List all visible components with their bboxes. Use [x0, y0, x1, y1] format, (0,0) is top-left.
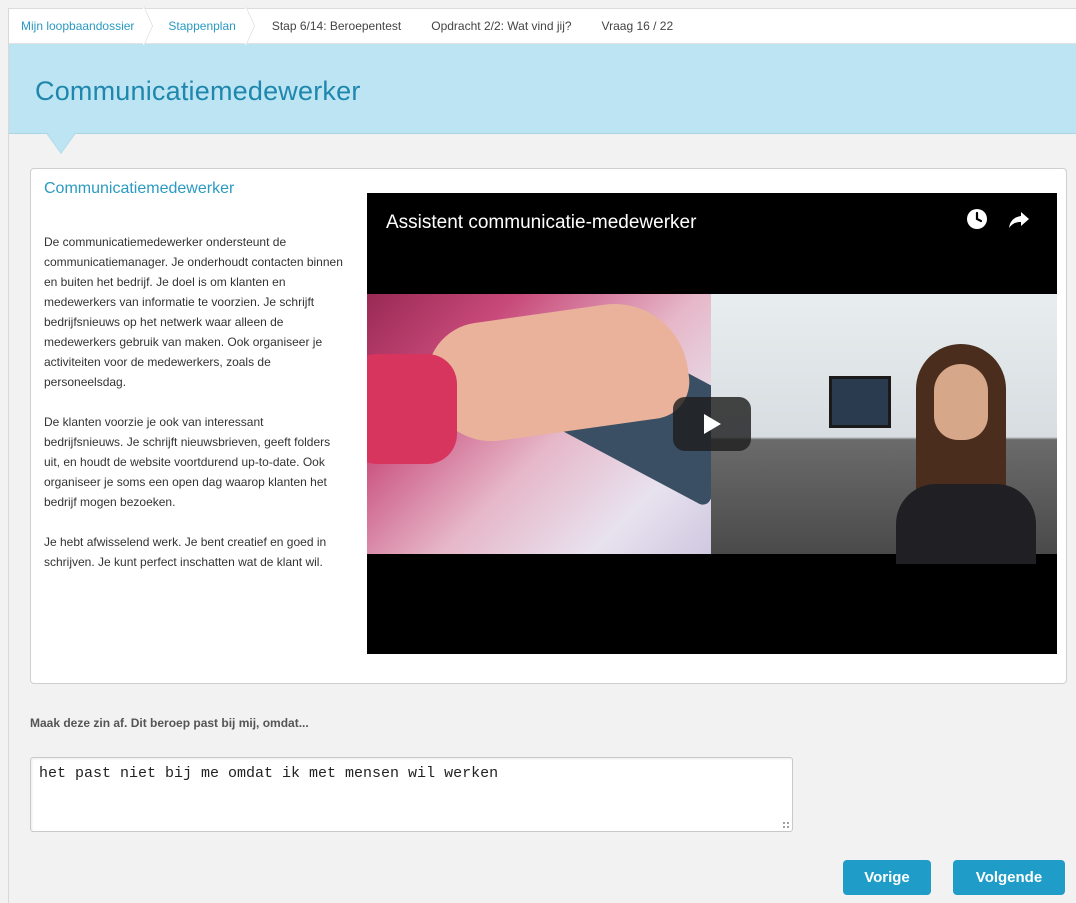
description-paragraph: De klanten voorzie je ook van interessan…	[44, 415, 331, 509]
monitor-image	[829, 376, 891, 428]
breadcrumb-label[interactable]: Mijn loopbaandossier	[21, 19, 134, 33]
breadcrumb-item-opdracht: Opdracht 2/2: Wat vind jij?	[415, 8, 585, 44]
header-band: Communicatiemedewerker	[9, 44, 1076, 134]
play-icon	[704, 414, 721, 434]
app-frame: Mijn loopbaandossier Stappenplan Stap 6/…	[8, 6, 1076, 903]
video-frame-speaker	[711, 294, 1057, 564]
profession-card: Communicatiemedewerker De communicatieme…	[30, 168, 1067, 684]
play-button[interactable]	[673, 397, 751, 451]
video-frame-typing	[367, 294, 758, 554]
video-title: Assistent communicatie-medewerker	[386, 212, 697, 233]
sleeve-image	[367, 354, 457, 464]
breadcrumb: Mijn loopbaandossier Stappenplan Stap 6/…	[9, 6, 1076, 46]
breadcrumb-item-stap: Stap 6/14: Beroepentest	[254, 8, 415, 44]
next-button[interactable]: Volgende	[953, 860, 1065, 895]
header-notch	[47, 133, 75, 153]
breadcrumb-label: Stap 6/14: Beroepentest	[271, 19, 402, 33]
card-title: Communicatiemedewerker	[44, 180, 235, 197]
clock-icon[interactable]	[965, 207, 989, 231]
profession-description: De communicatiemedewerker ondersteunt de…	[44, 232, 344, 592]
breadcrumb-separator	[236, 6, 255, 46]
previous-button[interactable]: Vorige	[843, 860, 931, 895]
video-player[interactable]: Assistent communicatie-medewerker	[367, 193, 1057, 654]
page-title: Communicatiemedewerker	[35, 76, 361, 106]
description-paragraph: De communicatiemedewerker ondersteunt de…	[44, 235, 343, 389]
question-prompt: Maak deze zin af. Dit beroep past bij mi…	[30, 716, 309, 730]
breadcrumb-separator	[135, 6, 154, 46]
resize-grip-icon[interactable]	[782, 821, 790, 829]
breadcrumb-item-vraag: Vraag 16 / 22	[586, 8, 688, 44]
share-icon[interactable]	[1007, 207, 1031, 231]
description-paragraph: Je hebt afwisselend werk. Je bent creati…	[44, 535, 327, 569]
speaker-image	[896, 334, 1036, 564]
breadcrumb-label: Vraag 16 / 22	[601, 19, 674, 33]
breadcrumb-label[interactable]: Stappenplan	[168, 19, 235, 33]
breadcrumb-item-loopbaandossier[interactable]: Mijn loopbaandossier	[9, 6, 154, 46]
breadcrumb-item-stappenplan[interactable]: Stappenplan	[152, 6, 255, 46]
breadcrumb-label: Opdracht 2/2: Wat vind jij?	[431, 19, 572, 33]
answer-textarea[interactable]: het past niet bij me omdat ik met mensen…	[30, 757, 793, 832]
